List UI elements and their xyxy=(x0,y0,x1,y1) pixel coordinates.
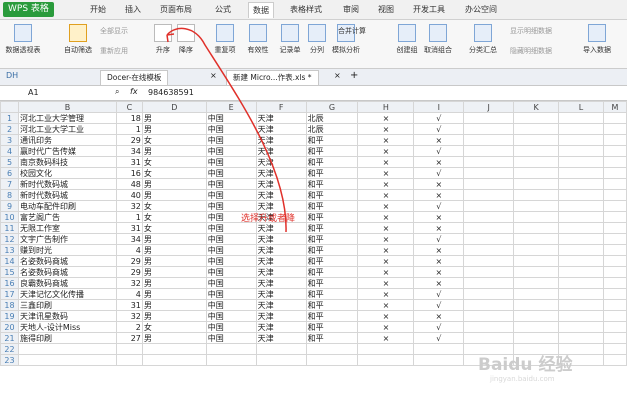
watermark: Baidu 经验 xyxy=(478,355,573,375)
annotation-text: 选择升或者降 xyxy=(241,214,296,224)
watermark-url: jingyan.baidu.com xyxy=(490,375,555,383)
annotation-arrow xyxy=(166,27,287,233)
